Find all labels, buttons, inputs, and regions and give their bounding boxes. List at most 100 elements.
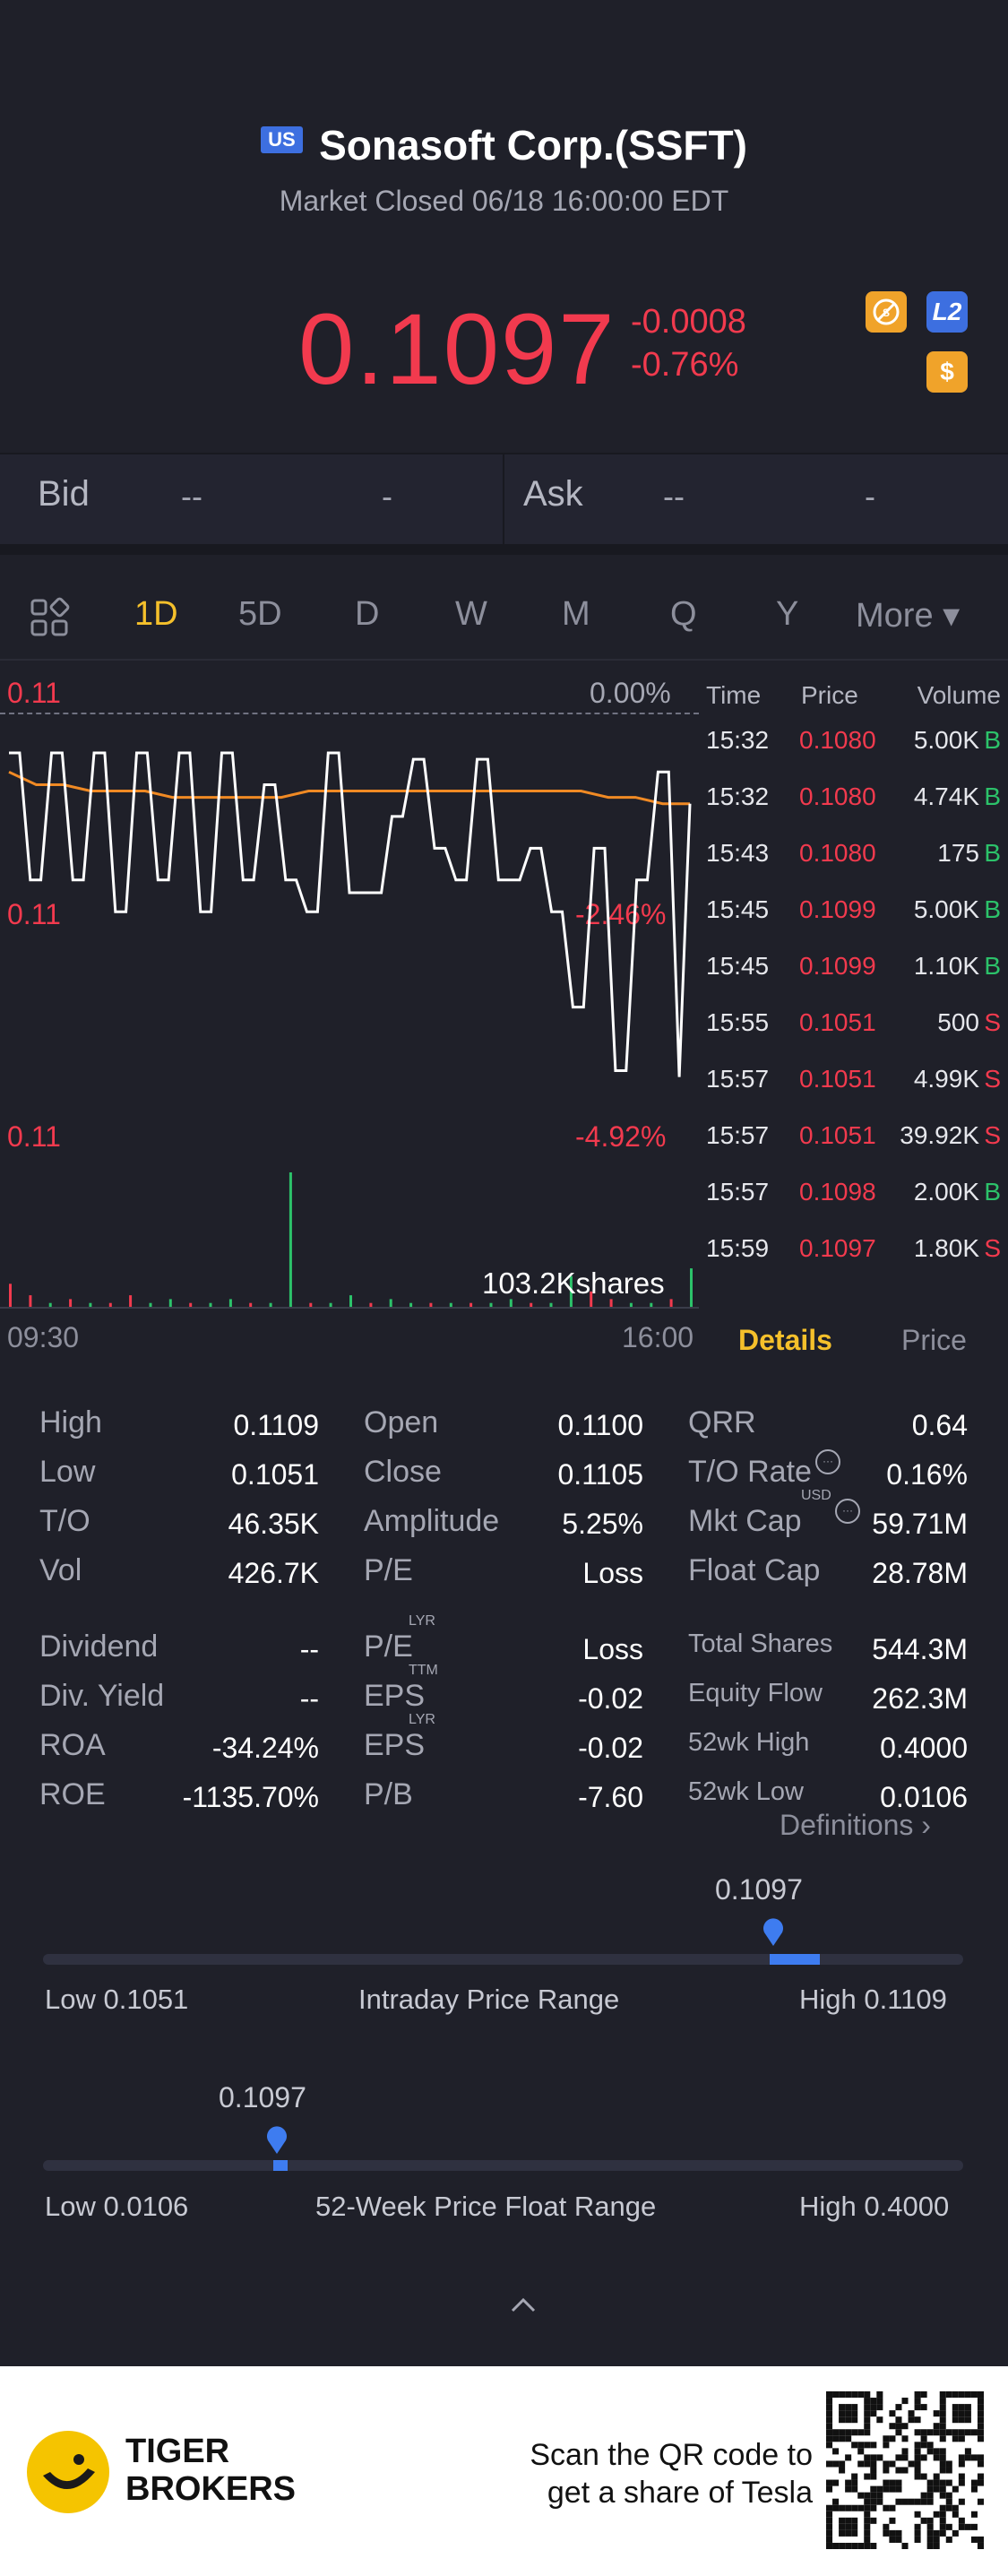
intraday-high: High 0.1109: [799, 1984, 947, 2015]
tab-more[interactable]: More ▾: [856, 595, 960, 635]
stat-value: 0.16%: [886, 1458, 968, 1491]
stat-label: Mkt Cap: [688, 1504, 802, 1538]
stat-label: 52wk Low: [688, 1777, 804, 1806]
bid-label: Bid: [38, 474, 90, 514]
trade-price: 0.1051: [799, 1008, 876, 1036]
trade-row: 15:57 0.1098 2.00K B: [701, 1178, 1008, 1232]
tab-price-ticks[interactable]: Price: [901, 1324, 967, 1357]
trade-time: 15:45: [706, 952, 770, 980]
th-volume: Volume: [917, 681, 1001, 709]
market-status: Market Closed 06/18 16:00:00 EDT: [279, 185, 729, 217]
stat-superscript: USD: [801, 1488, 831, 1503]
bid-ask-bar: Bid -- - Ask -- -: [0, 453, 1008, 555]
chevron-right-icon: ›: [921, 1809, 931, 1841]
stat-label: Total Shares: [688, 1629, 833, 1658]
info-icon[interactable]: ···: [835, 1499, 860, 1524]
level2-icon[interactable]: L2: [926, 291, 968, 333]
trade-side: B: [984, 726, 1001, 754]
volume-bar: [228, 1299, 232, 1307]
tab-q[interactable]: Q: [670, 595, 697, 634]
trade-row: 15:32 0.1080 5.00K B: [701, 726, 1008, 780]
stat-value: 262.3M: [872, 1682, 968, 1715]
definitions-label: Definitions: [780, 1809, 914, 1841]
volume-bar: [349, 1295, 352, 1307]
intraday-range-track: [43, 1954, 963, 1965]
qr-code-icon[interactable]: [826, 2391, 984, 2549]
tab-d[interactable]: D: [355, 595, 379, 634]
stat-superscript: LYR: [409, 1712, 435, 1727]
trade-volume: 4.74K: [913, 782, 979, 810]
volume-bar: [29, 1295, 32, 1307]
brand-line-2: BROKERS: [125, 2470, 297, 2508]
week52-low: Low 0.0106: [45, 2191, 189, 2222]
stat-superscript: LYR: [409, 1613, 435, 1629]
trade-side: B: [984, 895, 1001, 923]
stat-label: Amplitude: [364, 1504, 500, 1538]
trade-row: 15:43 0.1080 175 B: [701, 839, 1008, 893]
chart-baseline: [0, 1307, 699, 1309]
bid-size: -: [382, 478, 392, 514]
trade-side: S: [984, 1121, 1001, 1149]
stat-label: P/B: [364, 1777, 413, 1811]
th-price: Price: [801, 681, 858, 709]
svg-text:S: S: [883, 307, 890, 319]
volume-bar: [669, 1299, 673, 1307]
trade-side: B: [984, 1178, 1001, 1206]
tab-1d[interactable]: 1D: [134, 595, 178, 634]
trade-volume: 175: [937, 839, 979, 867]
trade-volume: 500: [937, 1008, 979, 1036]
week52-title: 52-Week Price Float Range: [315, 2191, 657, 2222]
volume-bar: [690, 1268, 693, 1307]
volume-bar: [168, 1299, 172, 1307]
stat-value: -1135.70%: [182, 1781, 319, 1813]
bid-price: --: [181, 478, 202, 514]
stat-label: Vol: [39, 1553, 82, 1587]
th-time: Time: [706, 681, 762, 709]
trade-side: S: [984, 1234, 1001, 1262]
intraday-chart[interactable]: [0, 735, 699, 1309]
chevron-up-icon[interactable]: [507, 2295, 539, 2319]
stat-value: 0.1109: [233, 1409, 320, 1441]
grid-icon[interactable]: [29, 597, 70, 647]
dollar-icon[interactable]: $: [926, 351, 968, 393]
intraday-range-fill: [769, 1954, 820, 1965]
chart-top-pct: 0.00%: [590, 677, 671, 709]
price-line: [9, 751, 692, 1077]
trade-price: 0.1080: [799, 782, 876, 810]
trade-price: 0.1099: [799, 895, 876, 923]
week52-pin-icon: [265, 2124, 289, 2159]
trade-volume: 2.00K: [913, 1178, 979, 1206]
tab-w[interactable]: W: [455, 595, 487, 634]
definitions-link[interactable]: Definitions ›: [780, 1809, 931, 1842]
trade-time: 15:32: [706, 782, 770, 810]
stat-value: -7.60: [578, 1781, 643, 1813]
time-start: 09:30: [7, 1321, 80, 1353]
trade-price: 0.1051: [799, 1065, 876, 1093]
no-short-icon[interactable]: S: [866, 291, 907, 333]
promo-line-2: get a share of Tesla: [547, 2476, 813, 2510]
tab-details[interactable]: Details: [738, 1324, 832, 1357]
trade-volume: 4.99K: [913, 1065, 979, 1093]
time-end: 16:00: [622, 1321, 694, 1353]
trade-row: 15:32 0.1080 4.74K B: [701, 782, 1008, 836]
week52-high: High 0.4000: [799, 2191, 950, 2222]
trade-time: 15:45: [706, 895, 770, 923]
trade-time: 15:57: [706, 1178, 770, 1206]
trade-time: 15:57: [706, 1065, 770, 1093]
trade-price: 0.1051: [799, 1121, 876, 1149]
stat-label: T/O Rate: [688, 1455, 812, 1489]
info-icon[interactable]: ···: [815, 1449, 840, 1474]
trade-side: B: [984, 952, 1001, 980]
trade-price: 0.1099: [799, 952, 876, 980]
tab-5d[interactable]: 5D: [238, 595, 282, 634]
trade-volume: 39.92K: [900, 1121, 979, 1149]
stat-value: 0.1105: [557, 1458, 644, 1491]
tab-y[interactable]: Y: [776, 595, 798, 634]
trade-row: 15:45 0.1099 5.00K B: [701, 895, 1008, 949]
ask-price: --: [663, 478, 685, 514]
stat-value: Loss: [582, 1557, 643, 1589]
stat-label: Open: [364, 1405, 439, 1439]
ask-label: Ask: [523, 474, 583, 514]
tab-m[interactable]: M: [562, 595, 590, 634]
stat-label: EPS: [364, 1679, 426, 1713]
